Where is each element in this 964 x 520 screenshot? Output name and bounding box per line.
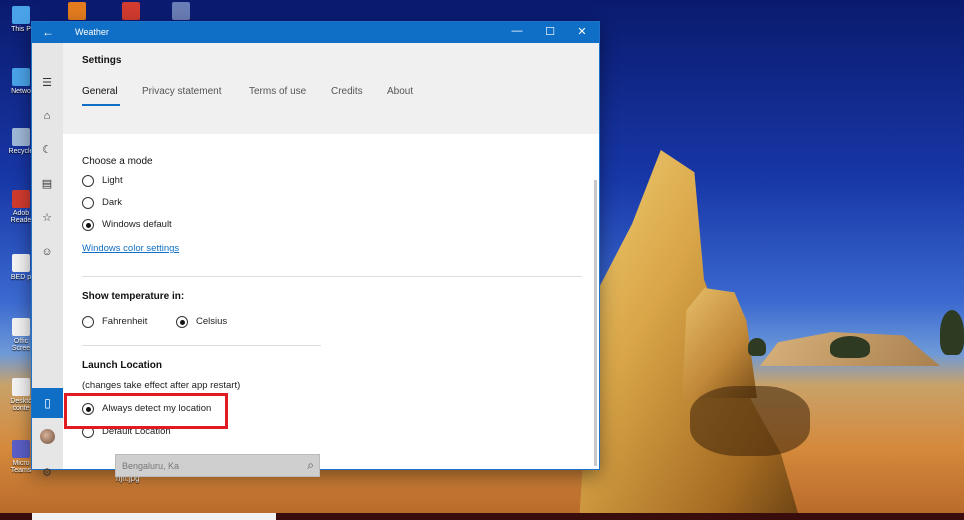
pdf-icon[interactable] <box>122 2 140 20</box>
historical-weather-icon[interactable]: ▤ <box>37 174 57 194</box>
phone-icon[interactable]: ▯ <box>32 388 63 418</box>
default-location-search-box[interactable]: ⌕ <box>115 454 320 477</box>
file-icon <box>12 254 30 272</box>
annotation-highlight-box <box>64 393 228 429</box>
firefox-icon[interactable] <box>68 2 86 20</box>
file-icon <box>12 378 30 396</box>
radio-label: Light <box>102 175 123 186</box>
avatar[interactable] <box>40 429 55 444</box>
divider <box>82 345 321 346</box>
pdf-icon <box>12 190 30 208</box>
recycle-bin-icon <box>12 128 30 146</box>
page-title: Settings <box>82 55 122 66</box>
tab-general[interactable]: General <box>82 86 118 97</box>
network-icon <box>12 68 30 86</box>
temperature-section-title: Show temperature in: <box>82 291 185 302</box>
launch-location-title: Launch Location <box>82 360 162 371</box>
radio-label: Fahrenheit <box>102 316 148 327</box>
radio-label: Celsius <box>196 316 228 327</box>
teams-icon <box>12 440 30 458</box>
feedback-icon[interactable]: ☺ <box>37 242 57 262</box>
scrollbar[interactable] <box>594 180 597 466</box>
title-bar: ← Weather — ☐ ✕ <box>32 22 599 43</box>
active-tab-indicator <box>82 104 120 106</box>
radio-label: Dark <box>102 197 123 208</box>
window-title: Weather <box>75 27 109 37</box>
mode-section-title: Choose a mode <box>82 156 153 167</box>
divider <box>82 276 582 277</box>
radio-button[interactable] <box>82 316 94 328</box>
settings-header: Settings General Privacy statement Terms… <box>63 43 599 134</box>
windows-color-settings-link[interactable]: Windows color settings <box>82 243 179 254</box>
maximize-icon[interactable]: ☐ <box>540 25 560 38</box>
file-icon <box>12 318 30 336</box>
home-icon[interactable]: ⌂ <box>37 106 57 126</box>
radio-button-checked[interactable] <box>176 316 188 328</box>
forecast-icon[interactable]: ☾ <box>37 140 57 160</box>
hamburger-icon[interactable]: ☰ <box>37 73 57 93</box>
tab-credits[interactable]: Credits <box>331 86 363 97</box>
taskbar <box>0 513 964 520</box>
shrub <box>830 336 870 358</box>
radio-button[interactable] <box>82 197 94 209</box>
settings-gear-icon[interactable]: ⚙ <box>37 463 57 483</box>
minimize-icon[interactable]: — <box>507 25 527 37</box>
back-arrow-icon[interactable]: ← <box>42 25 54 39</box>
rock-shadow <box>690 386 810 456</box>
taskbar-search-box[interactable] <box>32 513 276 520</box>
file-icon[interactable] <box>172 2 190 20</box>
tab-terms-of-use[interactable]: Terms of use <box>249 86 306 97</box>
launch-location-note: (changes take effect after app restart) <box>82 380 241 391</box>
rock-formation-small <box>682 288 757 398</box>
left-navigation: ☰ ⌂ ☾ ▤ ☆ ☺ ▯ ⚙ <box>32 43 63 479</box>
radio-button-checked[interactable] <box>82 219 94 231</box>
shrub <box>748 338 766 356</box>
radio-button[interactable] <box>82 175 94 187</box>
computer-icon <box>12 6 30 24</box>
tab-privacy-statement[interactable]: Privacy statement <box>142 86 221 97</box>
close-icon[interactable]: ✕ <box>572 25 592 38</box>
default-location-input[interactable] <box>116 455 296 476</box>
tab-about[interactable]: About <box>387 86 413 97</box>
favorites-icon[interactable]: ☆ <box>37 208 57 228</box>
radio-label: Windows default <box>102 219 172 230</box>
shrub <box>940 310 964 355</box>
search-icon[interactable]: ⌕ <box>307 458 314 473</box>
